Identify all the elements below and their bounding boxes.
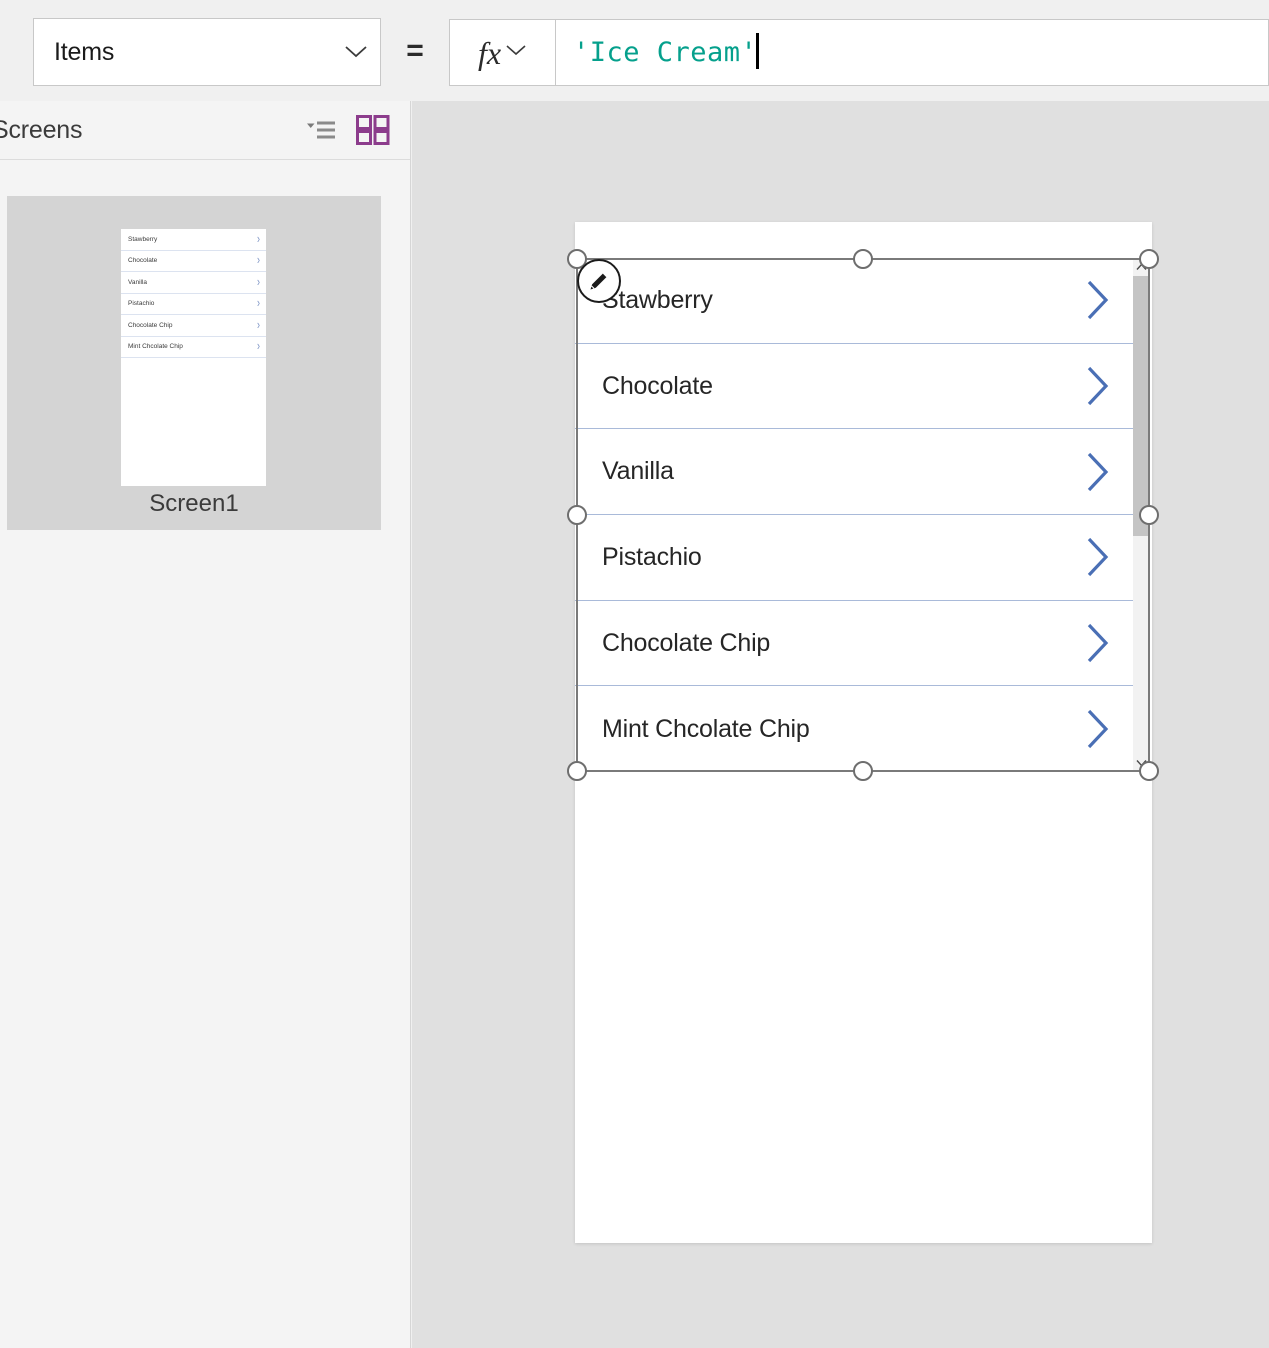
formula-bar: Items = fx 'Ice Cream' xyxy=(0,0,1269,101)
pencil-edit-icon[interactable] xyxy=(577,259,621,303)
thumbnail-row-label: Stawberry xyxy=(128,235,158,243)
chevron-right-icon[interactable] xyxy=(1063,536,1133,578)
resize-handle-bottom-right[interactable] xyxy=(1139,761,1159,781)
resize-handle-bottom-left[interactable] xyxy=(567,761,587,781)
property-dropdown[interactable]: Items xyxy=(33,18,381,86)
grid-view-icon[interactable] xyxy=(356,113,390,147)
thumbnail-row: Pistachio › xyxy=(121,294,266,315)
chevron-right-icon[interactable] xyxy=(1063,708,1133,750)
chevron-right-icon: › xyxy=(257,339,260,354)
thumbnail-row-label: Mint Chcolate Chip xyxy=(128,343,183,351)
thumbnail-row: Vanilla › xyxy=(121,272,266,294)
gallery-item-label: Vanilla xyxy=(602,457,674,486)
equals-sign: = xyxy=(406,34,424,67)
formula-expression: 'Ice Cream' xyxy=(573,37,758,68)
gallery-item[interactable]: Chocolate Chip xyxy=(575,600,1133,687)
thumbnail-row-label: Chocolate xyxy=(128,257,158,265)
thumbnail-row: Chocolate › xyxy=(121,251,266,272)
resize-handle-middle-left[interactable] xyxy=(567,505,587,525)
screens-panel-view-toggles xyxy=(304,113,390,147)
chevron-right-icon[interactable] xyxy=(1063,451,1133,493)
power-apps-studio: Items = fx 'Ice Cream' Screens Stawberry… xyxy=(0,0,1269,1348)
gallery-rows: Stawberry Chocolate Vanilla Pistachio Ch… xyxy=(575,258,1133,772)
screens-panel-header: Screens xyxy=(0,101,410,160)
screen-card-screen1[interactable]: Stawberry › Chocolate › Vanilla › Pistac… xyxy=(7,196,381,530)
tree-view-icon[interactable] xyxy=(304,113,338,147)
fx-button[interactable]: fx xyxy=(449,19,556,86)
gallery-item-label: Pistachio xyxy=(602,542,702,571)
text-cursor xyxy=(756,32,760,69)
thumbnail-row-label: Vanilla xyxy=(128,278,148,286)
gallery-item-label: Mint Chcolate Chip xyxy=(602,714,810,743)
resize-handle-top-center[interactable] xyxy=(853,249,873,269)
gallery-item-label: Chocolate xyxy=(602,371,713,400)
screens-panel-title: Screens xyxy=(0,115,83,144)
gallery-item-label: Stawberry xyxy=(602,285,713,314)
formula-input[interactable]: 'Ice Cream' xyxy=(556,19,1269,86)
gallery-item-label: Chocolate Chip xyxy=(602,628,771,657)
gallery-item[interactable]: Stawberry xyxy=(575,258,1133,344)
screen-thumbnail: Stawberry › Chocolate › Vanilla › Pistac… xyxy=(121,229,266,486)
chevron-right-icon[interactable] xyxy=(1063,365,1133,407)
gallery-control[interactable]: Stawberry Chocolate Vanilla Pistachio Ch… xyxy=(575,258,1149,772)
scrollbar-thumb[interactable] xyxy=(1133,276,1149,536)
resize-handle-middle-right[interactable] xyxy=(1139,505,1159,525)
chevron-right-icon: › xyxy=(257,231,260,246)
screens-list: Stawberry › Chocolate › Vanilla › Pistac… xyxy=(0,160,410,530)
chevron-right-icon: › xyxy=(257,253,260,268)
thumbnail-row: Mint Chcolate Chip › xyxy=(121,337,266,358)
thumbnail-row-label: Chocolate Chip xyxy=(128,321,173,329)
thumbnail-row: Stawberry › xyxy=(121,229,266,251)
screens-panel: Screens Stawberry › Chocolate › Vanilla … xyxy=(0,101,411,1348)
chevron-right-icon: › xyxy=(257,317,260,332)
chevron-right-icon[interactable] xyxy=(1063,622,1133,664)
gallery-item[interactable]: Pistachio xyxy=(575,515,1133,601)
gallery-item[interactable]: Vanilla xyxy=(575,429,1133,516)
gallery-item[interactable]: Mint Chcolate Chip xyxy=(575,686,1133,772)
thumbnail-row-label: Pistachio xyxy=(128,300,155,308)
chevron-right-icon[interactable] xyxy=(1063,279,1133,321)
chevron-down-icon xyxy=(505,44,527,62)
chevron-down-icon xyxy=(340,45,380,59)
property-dropdown-value: Items xyxy=(54,37,115,66)
chevron-right-icon: › xyxy=(257,296,260,311)
resize-handle-bottom-center[interactable] xyxy=(853,761,873,781)
resize-handle-top-right[interactable] xyxy=(1139,249,1159,269)
chevron-right-icon: › xyxy=(257,274,260,289)
thumbnail-row: Chocolate Chip › xyxy=(121,315,266,337)
screen-card-label: Screen1 xyxy=(149,490,239,517)
gallery-item[interactable]: Chocolate xyxy=(575,343,1133,430)
fx-glyph: fx xyxy=(477,34,502,71)
canvas-area[interactable]: Stawberry Chocolate Vanilla Pistachio Ch… xyxy=(412,101,1269,1348)
